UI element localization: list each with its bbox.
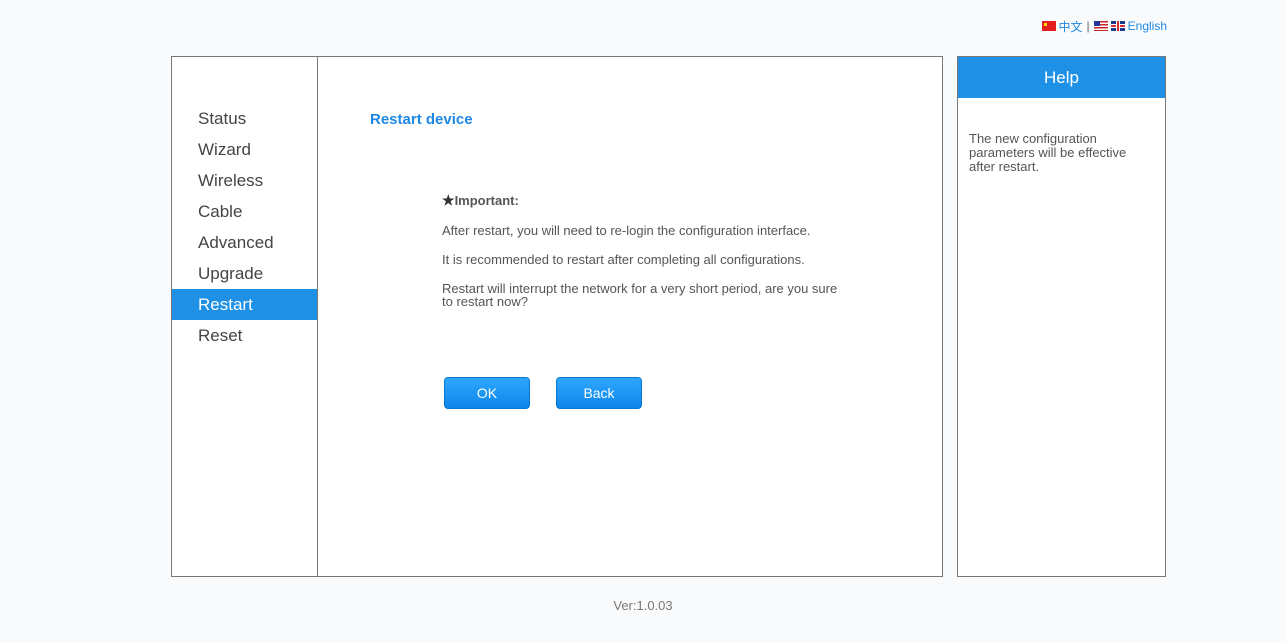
language-separator: | xyxy=(1086,19,1090,33)
sidebar-item-cable[interactable]: Cable xyxy=(172,196,317,227)
notice-paragraph-recommend: It is recommended to restart after compl… xyxy=(442,252,805,267)
main-frame: Status Wizard Wireless Cable Advanced Up… xyxy=(171,56,943,577)
back-button[interactable]: Back xyxy=(556,377,642,409)
star-icon: ★ xyxy=(442,192,455,208)
version-label: Ver:1.0.03 xyxy=(613,598,673,613)
uk-flag-icon[interactable] xyxy=(1110,21,1125,31)
us-flag-icon[interactable] xyxy=(1093,21,1108,31)
language-bar: 中文 | English xyxy=(1041,18,1167,35)
help-title: Help xyxy=(958,57,1165,98)
sidebar: Status Wizard Wireless Cable Advanced Up… xyxy=(172,57,318,576)
help-text: The new configuration parameters will be… xyxy=(969,131,1127,174)
sidebar-item-advanced[interactable]: Advanced xyxy=(172,227,317,258)
help-panel: Help The new configuration parameters wi… xyxy=(957,56,1166,577)
notice-paragraph-interrupt: Restart will interrupt the network for a… xyxy=(442,281,838,309)
english-language-link[interactable]: English xyxy=(1128,19,1167,33)
china-flag-icon[interactable] xyxy=(1041,21,1056,31)
important-heading: ★Important: xyxy=(442,192,842,209)
sidebar-item-upgrade[interactable]: Upgrade xyxy=(172,258,317,289)
content-area: Restart device ★Important: After restart… xyxy=(318,57,942,576)
button-row: OK Back xyxy=(444,377,642,409)
sidebar-item-wizard[interactable]: Wizard xyxy=(172,134,317,165)
sidebar-item-status[interactable]: Status xyxy=(172,103,317,134)
important-label: Important: xyxy=(454,193,519,208)
sidebar-item-wireless[interactable]: Wireless xyxy=(172,165,317,196)
chinese-language-link[interactable]: 中文 xyxy=(1059,18,1083,35)
page: 中文 | English Status Wizard Wireless Cabl… xyxy=(0,0,1286,643)
sidebar-item-reset[interactable]: Reset xyxy=(172,320,317,351)
restart-notice: ★Important: After restart, you will need… xyxy=(442,192,842,324)
sidebar-item-restart[interactable]: Restart xyxy=(172,289,317,320)
ok-button[interactable]: OK xyxy=(444,377,530,409)
page-title: Restart device xyxy=(370,111,473,128)
notice-paragraph-relogin: After restart, you will need to re-login… xyxy=(442,223,811,238)
